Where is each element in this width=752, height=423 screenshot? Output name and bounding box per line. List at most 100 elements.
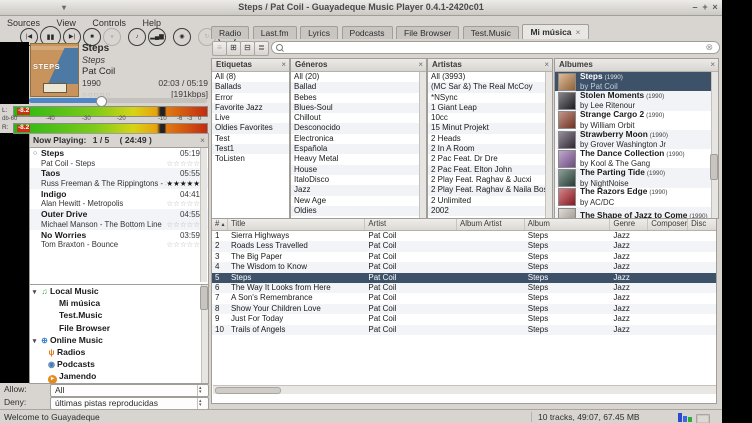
track-row[interactable]: 10 Trails of Angels Pat Coil Steps Jazz xyxy=(212,325,716,335)
label-item[interactable]: Ballads xyxy=(212,82,289,92)
spinner-icon[interactable] xyxy=(197,398,207,409)
panel-close-icon[interactable]: × xyxy=(710,59,715,71)
col-album-artist[interactable]: Album Artist xyxy=(457,219,525,230)
col-composer[interactable]: Composer xyxy=(648,219,688,230)
item-rating[interactable]: ☆☆☆☆☆ xyxy=(166,199,200,208)
now-playing-close-icon[interactable]: × xyxy=(200,134,205,147)
grid-view-icon[interactable]: ⊞ xyxy=(226,41,241,56)
album-item[interactable]: The Parting Tide(1990) by NightNoise xyxy=(555,168,711,187)
genre-item[interactable]: Chillout xyxy=(291,113,419,123)
genre-item[interactable]: All (20) xyxy=(291,72,419,82)
album-item[interactable]: Strange Cargo 2(1990) by William Orbit xyxy=(555,111,711,130)
col-genre[interactable]: Genre xyxy=(610,219,648,230)
search-input[interactable] xyxy=(271,41,720,54)
col-title[interactable]: Title xyxy=(228,219,365,230)
album-item[interactable]: Steps(1990) by Pat Coil xyxy=(555,72,711,91)
genre-item[interactable]: ItaloDisco xyxy=(291,175,419,185)
tree-item-jamendo[interactable]: ▸Jamendo xyxy=(30,370,208,382)
artist-item[interactable]: 10cc xyxy=(428,113,545,123)
status-indicator-icon[interactable] xyxy=(696,414,710,423)
maximize-button[interactable]: + xyxy=(700,0,710,15)
genre-item[interactable]: Desconocido xyxy=(291,123,419,133)
tab-podcasts[interactable]: Podcasts xyxy=(342,26,393,39)
now-playing-item[interactable]: ○ Steps 05:19 Pat Coil - Steps ☆☆☆☆☆ xyxy=(30,148,208,168)
detail-view-icon[interactable]: ≣ xyxy=(254,41,269,56)
genre-item[interactable]: New Age xyxy=(291,196,419,206)
albums-scrollbar-thumb[interactable] xyxy=(710,154,718,180)
artist-item[interactable]: All (3993) xyxy=(428,72,545,82)
tree-item-podcasts[interactable]: ◉Podcasts xyxy=(30,358,208,370)
track-row[interactable]: 9 Just For Today Pat Coil Steps Jazz xyxy=(212,314,716,324)
seek-slider[interactable] xyxy=(29,98,207,103)
artist-item[interactable]: *NSync xyxy=(428,93,545,103)
album-art[interactable]: STEPS xyxy=(30,43,79,97)
track-row[interactable]: 8 Show Your Children Love Pat Coil Steps… xyxy=(212,304,716,314)
artist-item[interactable]: 2002 xyxy=(428,206,545,216)
album-item[interactable]: The Shape of Jazz to Come(1990) xyxy=(555,207,711,218)
minimize-button[interactable]: – xyxy=(690,0,700,15)
label-item[interactable]: Live xyxy=(212,113,289,123)
panel-close-icon[interactable]: × xyxy=(544,59,549,71)
label-item[interactable]: Oldies Favorites xyxy=(212,123,289,133)
tree-item-mi-musica[interactable]: Mi música xyxy=(30,297,208,309)
window-menu-icon[interactable]: ▾ xyxy=(62,0,66,15)
spinner-icon[interactable] xyxy=(197,385,207,396)
artist-item[interactable]: 2 Pac Feat. Dr Dre xyxy=(428,154,545,164)
track-row[interactable]: 3 The Big Paper Pat Coil Steps Jazz xyxy=(212,252,716,262)
tab-mi-musica[interactable]: Mi música× xyxy=(522,24,588,39)
artist-item[interactable]: 1 Giant Leap xyxy=(428,103,545,113)
title-bar[interactable]: ▾ Steps / Pat Coil - Guayadeque Music Pl… xyxy=(0,0,722,16)
list-view-icon[interactable]: ≡ xyxy=(212,41,227,56)
label-item[interactable]: Test xyxy=(212,134,289,144)
artist-item[interactable]: 2 Unlimited xyxy=(428,196,545,206)
track-row[interactable]: 6 The Way It Looks from Here Pat Coil St… xyxy=(212,283,716,293)
artist-item[interactable]: 2 Heads xyxy=(428,134,545,144)
genre-item[interactable]: Heavy Metal xyxy=(291,154,419,164)
artists-scrollbar[interactable] xyxy=(545,72,552,218)
label-item[interactable]: All (8) xyxy=(212,72,289,82)
genre-item[interactable]: Blues-Soul xyxy=(291,103,419,113)
tree-scrollbar[interactable] xyxy=(201,285,208,383)
artist-item[interactable]: 2 Play Feat. Raghav & Jucxi xyxy=(428,175,545,185)
album-item[interactable]: The Razors Edge(1990) by AC/DC xyxy=(555,188,711,207)
genre-item[interactable]: Española xyxy=(291,144,419,154)
tab-lastfm[interactable]: Last.fm xyxy=(253,26,297,39)
genre-item[interactable]: Ballad xyxy=(291,82,419,92)
album-item[interactable]: Stolen Moments(1990) by Lee Ritenour xyxy=(555,91,711,110)
item-rating[interactable]: ☆☆☆☆☆ xyxy=(166,240,200,249)
genre-item[interactable]: Bebes xyxy=(291,93,419,103)
genre-item[interactable]: House xyxy=(291,165,419,175)
genre-item[interactable]: Electronica xyxy=(291,134,419,144)
now-playing-scrollbar[interactable] xyxy=(200,148,207,282)
tree-item-file-browser[interactable]: File Browser xyxy=(30,322,208,334)
tab-close-icon[interactable]: × xyxy=(576,27,581,37)
item-rating[interactable]: ☆☆☆☆☆ xyxy=(166,220,200,229)
label-item[interactable]: Favorite Jazz xyxy=(212,103,289,113)
track-row[interactable]: 2 Roads Less Travelled Pat Coil Steps Ja… xyxy=(212,241,716,251)
table-h-scrollbar-thumb[interactable] xyxy=(215,387,281,394)
expander-icon[interactable]: ▾ xyxy=(30,336,39,348)
tab-file-browser[interactable]: File Browser xyxy=(396,26,459,39)
col-artist[interactable]: Artist xyxy=(365,219,457,230)
tree-group-online-music[interactable]: ▾⊕Online Music xyxy=(30,334,208,346)
now-playing-item[interactable]: Indigo 04:41 Alan Hewitt - Metropolis ☆☆… xyxy=(30,189,208,209)
artist-item[interactable]: 2 Pac Feat. Elton John xyxy=(428,165,545,175)
albums-scrollbar[interactable] xyxy=(711,72,718,218)
label-item[interactable]: ToListen xyxy=(212,154,289,164)
tree-scrollbar-thumb[interactable] xyxy=(200,286,208,310)
clear-search-icon[interactable]: ⊗ xyxy=(705,42,713,53)
album-item[interactable]: The Dance Collection(1990) by Kool & The… xyxy=(555,149,711,168)
panel-close-icon[interactable]: × xyxy=(418,59,423,71)
item-rating[interactable]: ☆☆☆☆☆ xyxy=(166,159,200,168)
genre-item[interactable]: Jazz xyxy=(291,185,419,195)
table-h-scrollbar[interactable] xyxy=(213,385,716,394)
artist-item[interactable]: 15 Minut Projekt xyxy=(428,123,545,133)
artist-item[interactable]: 2 Play Feat. Raghav & Naila Boss xyxy=(428,185,545,195)
genre-item[interactable]: Oldies xyxy=(291,206,419,216)
track-row[interactable]: 1 Sierra Highways Pat Coil Steps Jazz xyxy=(212,231,716,241)
tab-lyrics[interactable]: Lyrics xyxy=(300,26,338,39)
close-button[interactable]: × xyxy=(710,0,720,15)
artist-item[interactable]: 2 In A Room xyxy=(428,144,545,154)
panel-close-icon[interactable]: × xyxy=(281,59,286,71)
track-row[interactable]: 7 A Son's Remembrance Pat Coil Steps Jaz… xyxy=(212,293,716,303)
